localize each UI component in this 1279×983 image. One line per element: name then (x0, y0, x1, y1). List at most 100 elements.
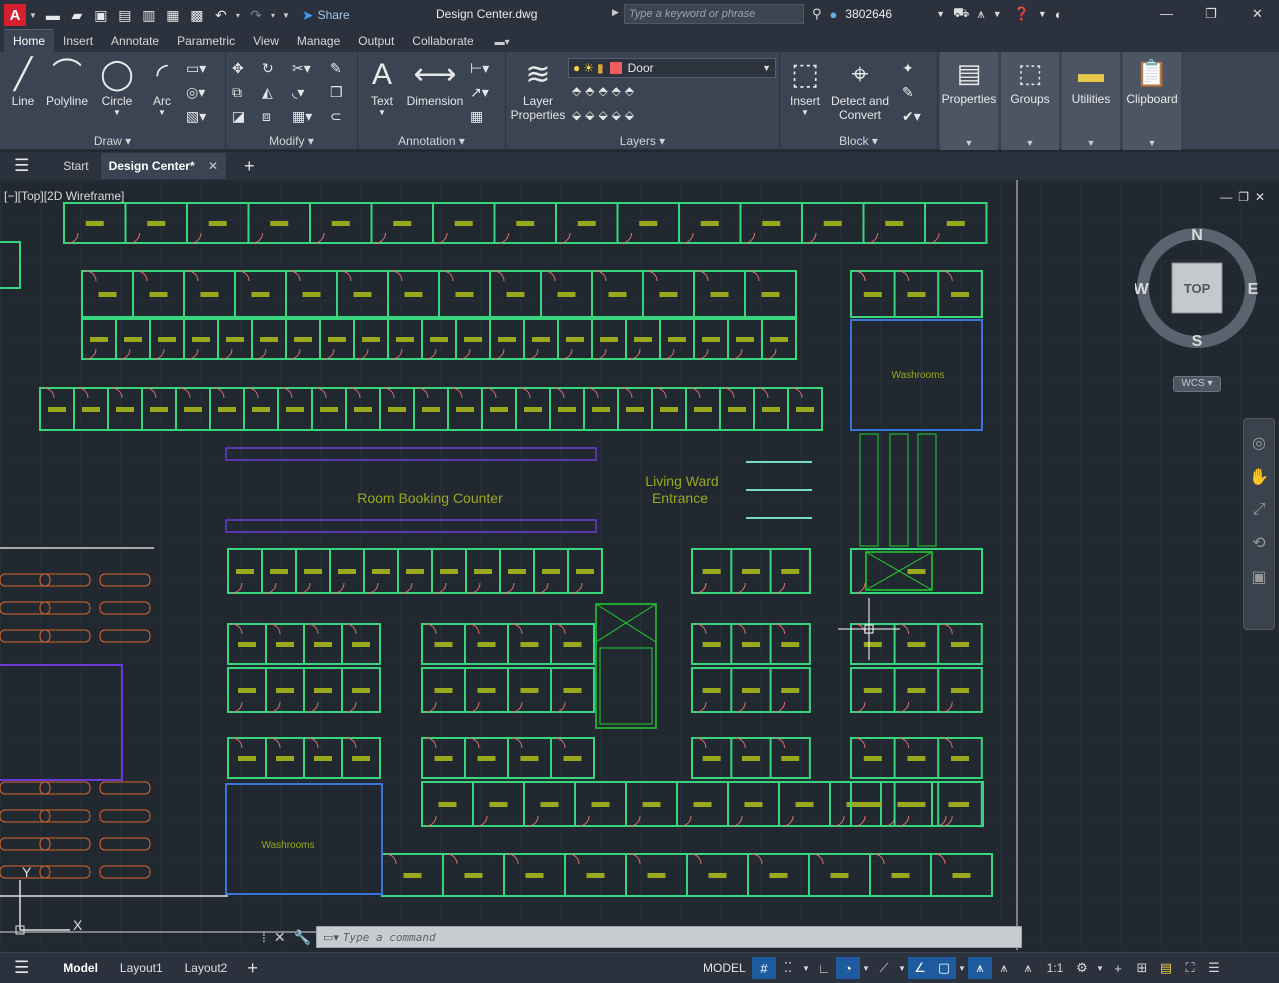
save-as-icon[interactable]: ▤ (116, 6, 134, 24)
clean-screen-icon[interactable]: ⛶ (1178, 957, 1202, 979)
user-dropdown-icon[interactable]: ▼ (936, 9, 945, 19)
wcs-dropdown[interactable]: WCS ▾ (1173, 376, 1221, 392)
trim-icon[interactable]: ✂▾ (292, 60, 311, 77)
tab-view[interactable]: View (244, 30, 288, 52)
tab-start[interactable]: Start (63, 159, 88, 173)
command-prompt-icon[interactable]: ▭▾ (323, 931, 339, 944)
rotate-icon[interactable]: ↻ (262, 60, 274, 77)
auto-scale-icon[interactable]: ⩚ (992, 957, 1016, 979)
annotation-panel-title[interactable]: Annotation ▾ (358, 134, 505, 148)
properties-panel[interactable]: ▤ Properties ▼ (940, 52, 998, 150)
customize-toolbar-icon[interactable]: ▼ (282, 11, 290, 20)
scale-icon[interactable]: ⧈ (262, 108, 271, 125)
table-icon[interactable]: ▦ (470, 108, 483, 125)
text-dropdown-icon[interactable]: ▼ (366, 108, 398, 117)
line-button[interactable]: ╱ Line (8, 56, 38, 108)
array-icon[interactable]: ▦▾ (292, 108, 312, 125)
zoom-extents-icon[interactable]: ⤢ (1244, 501, 1274, 519)
tab-output[interactable]: Output (349, 30, 403, 52)
help-dropdown-icon[interactable]: ▼ (1038, 9, 1047, 19)
viewcube[interactable]: TOP N S E W (1135, 226, 1259, 350)
modify-panel-title[interactable]: Modify ▾ (226, 134, 357, 148)
tab-close-icon[interactable]: ✕ (208, 159, 218, 173)
layer-tools-row-2[interactable]: ⬙⬙⬙⬙⬙ (572, 108, 638, 122)
save-web-icon[interactable]: ▦ (164, 6, 182, 24)
layer-properties-button[interactable]: ≋ Layer Properties (510, 56, 566, 122)
move-icon[interactable]: ✥ (232, 60, 244, 77)
drawing-viewport[interactable]: Washrooms Room Booking Counter Living Wa… (0, 180, 1279, 950)
annotation-monitor-icon[interactable]: + (1106, 957, 1130, 979)
share-button[interactable]: ➤ Share (302, 7, 350, 24)
circle-button[interactable]: ◯ Circle ▼ (98, 56, 136, 117)
annotation-visibility-icon[interactable]: ⩚ (968, 957, 992, 979)
boundary-icon[interactable]: ▧▾ (186, 108, 206, 125)
polar-dropdown-icon[interactable]: ▼ (860, 957, 872, 979)
minimize-icon[interactable]: — (1160, 6, 1173, 21)
plot-icon[interactable]: ▩ (188, 6, 206, 24)
command-close-icon[interactable]: ✕ (274, 929, 286, 946)
search-expand-icon[interactable]: ▶ (612, 7, 619, 18)
app-dropdown-icon[interactable]: ▼ (993, 9, 1002, 19)
tab-design-center[interactable]: Design Center* ✕ (100, 153, 227, 179)
floor-plan-drawing[interactable]: Washrooms Room Booking Counter Living Wa… (0, 180, 1279, 950)
file-tabs-menu-icon[interactable]: ☰ (14, 156, 29, 176)
customization-icon[interactable]: ☰ (1202, 957, 1226, 979)
app-menu-chevron-down-icon[interactable]: ▼ (29, 11, 37, 20)
pan-hand-icon[interactable]: ✋ (1244, 467, 1274, 487)
linear-dim-icon[interactable]: ⊢▾ (470, 60, 489, 77)
redo-dropdown-icon[interactable]: ▾ (271, 11, 275, 20)
quick-properties-icon[interactable]: ▤ (1154, 957, 1178, 979)
tab-layout2[interactable]: Layout2 (185, 961, 228, 975)
layer-dropdown[interactable]: ● ☀ ▮ Door ▼ (568, 58, 776, 78)
object-snap-icon[interactable]: ▢ (932, 957, 956, 979)
cart-icon[interactable]: ⛟ (953, 5, 969, 23)
grid-icon[interactable]: # (752, 957, 776, 979)
stretch-icon[interactable]: ◪ (232, 108, 245, 125)
snap-icon[interactable]: ⁚⁚ (776, 957, 800, 979)
annotation-scale-icon[interactable]: ⩚ (1016, 957, 1040, 979)
fillet-icon[interactable]: ◟▾ (292, 84, 304, 101)
viewport-controls-label[interactable]: [−][Top][2D Wireframe] (4, 189, 124, 203)
viewport-window-controls[interactable]: —❐✕ (1220, 190, 1271, 204)
tab-layout1[interactable]: Layout1 (120, 961, 163, 975)
command-customize-icon[interactable]: 🔧 (294, 929, 311, 946)
close-icon[interactable]: ✕ (1252, 6, 1263, 22)
maximize-icon[interactable]: ❐ (1205, 6, 1217, 22)
open-folder-icon[interactable]: ▰ (68, 6, 86, 24)
model-space-toggle[interactable]: MODEL (703, 961, 746, 975)
units-icon[interactable]: ⊞ (1130, 957, 1154, 979)
showmotion-icon[interactable]: ▣ (1244, 567, 1274, 587)
tab-collaborate[interactable]: Collaborate (403, 30, 482, 52)
edit-block-icon[interactable]: ✎ (902, 84, 914, 101)
object-snap-tracking-icon[interactable]: ∠ (908, 957, 932, 979)
new-tab-icon[interactable]: + (244, 156, 255, 177)
tab-model[interactable]: Model (63, 961, 98, 975)
feedback-icon[interactable]: ◐ (1055, 7, 1063, 22)
orbit-icon[interactable]: ⟲ (1244, 533, 1274, 553)
command-grip-icon[interactable]: ⁞ (262, 929, 266, 945)
object-snap-dropdown-icon[interactable]: ▼ (956, 957, 968, 979)
tab-home[interactable]: Home (4, 29, 55, 52)
compass-west[interactable]: W (1135, 281, 1149, 298)
dimension-button[interactable]: ⟷ Dimension (406, 56, 464, 108)
text-button[interactable]: A Text ▼ (366, 56, 398, 117)
ribbon-options-icon[interactable]: ▬▾ (495, 37, 510, 52)
tab-manage[interactable]: Manage (288, 30, 349, 52)
clipboard-panel[interactable]: 📋 Clipboard ▼ (1123, 52, 1181, 150)
rectangle-icon[interactable]: ▭▾ (186, 60, 206, 77)
circle-dropdown-icon[interactable]: ▼ (98, 108, 136, 117)
utilities-panel[interactable]: ▬ Utilities ▼ (1062, 52, 1120, 150)
ortho-icon[interactable]: ∟ (812, 957, 836, 979)
compass-east[interactable]: E (1248, 281, 1259, 298)
user-icon[interactable]: ● (830, 7, 838, 22)
snap-dropdown-icon[interactable]: ▼ (800, 957, 812, 979)
workspace-dropdown-icon[interactable]: ▼ (1094, 957, 1106, 979)
tab-parametric[interactable]: Parametric (168, 30, 244, 52)
search-input[interactable]: Type a keyword or phrase (624, 4, 804, 24)
isodraft-icon[interactable]: ⟋ (872, 957, 896, 979)
undo-dropdown-icon[interactable]: ▾ (236, 11, 240, 20)
insert-dropdown-icon[interactable]: ▼ (784, 108, 826, 117)
groups-panel[interactable]: ⬚ Groups ▼ (1001, 52, 1059, 150)
user-id[interactable]: 3802646 (845, 7, 892, 21)
redo-icon[interactable]: ↷ (247, 6, 265, 24)
